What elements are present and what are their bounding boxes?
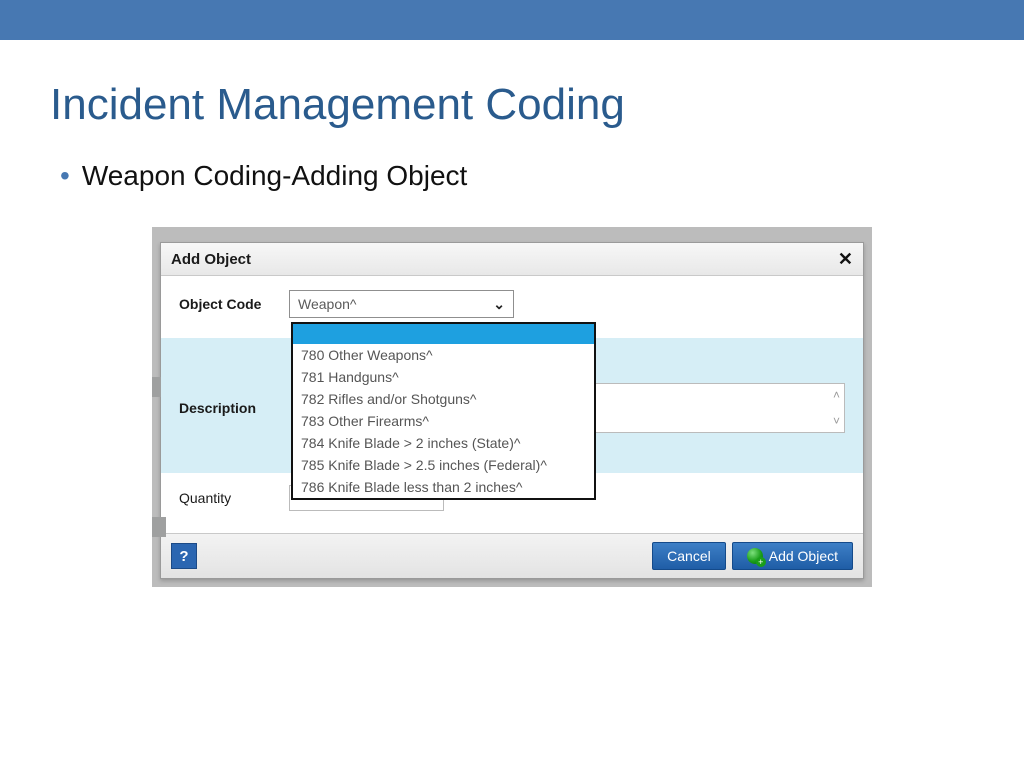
bullet-dot-icon: • xyxy=(60,162,70,190)
chevron-down-icon: ⌄ xyxy=(493,296,505,313)
dropdown-option[interactable]: 782 Rifles and/or Shotguns^ xyxy=(293,388,594,410)
dropdown-option[interactable]: 781 Handguns^ xyxy=(293,366,594,388)
slide-title: Incident Management Coding xyxy=(50,80,974,130)
object-code-select[interactable]: Weapon^ ⌄ xyxy=(289,290,514,318)
add-object-button[interactable]: Add Object xyxy=(732,542,853,570)
dialog-header: Add Object ✕ xyxy=(161,243,863,276)
object-code-value: Weapon^ xyxy=(298,296,356,312)
textarea-scroll-icons: ˄ ˅ xyxy=(833,388,840,428)
cancel-button[interactable]: Cancel xyxy=(652,542,726,570)
dropdown-option[interactable]: 784 Knife Blade > 2 inches (State)^ xyxy=(293,432,594,454)
add-object-button-label: Add Object xyxy=(769,548,838,564)
globe-add-icon xyxy=(747,548,763,564)
object-code-row: Object Code Weapon^ ⌄ xyxy=(179,290,845,318)
description-label: Description xyxy=(179,400,291,416)
dialog-body: Object Code Weapon^ ⌄ 780 Other Weapons^… xyxy=(161,276,863,533)
cancel-button-label: Cancel xyxy=(667,548,711,564)
close-icon[interactable]: ✕ xyxy=(838,250,853,268)
embedded-screenshot: Add Object ✕ Object Code Weapon^ ⌄ 780 O… xyxy=(152,227,872,587)
scroll-down-icon[interactable]: ˅ xyxy=(833,414,840,428)
object-code-dropdown[interactable]: 780 Other Weapons^ 781 Handguns^ 782 Rif… xyxy=(291,322,596,500)
dialog-title: Add Object xyxy=(171,251,251,268)
footer-button-group: Cancel Add Object xyxy=(652,542,853,570)
slide-body: Incident Management Coding • Weapon Codi… xyxy=(0,40,1024,587)
dialog-footer: ? Cancel Add Object xyxy=(161,533,863,578)
dropdown-option[interactable]: 783 Other Firearms^ xyxy=(293,410,594,432)
slide-bullet: • Weapon Coding-Adding Object xyxy=(60,160,974,192)
dropdown-option[interactable]: 780 Other Weapons^ xyxy=(293,344,594,366)
help-icon: ? xyxy=(179,548,188,565)
dropdown-option[interactable]: 785 Knife Blade > 2.5 inches (Federal)^ xyxy=(293,454,594,476)
help-button[interactable]: ? xyxy=(171,543,197,569)
add-object-dialog: Add Object ✕ Object Code Weapon^ ⌄ 780 O… xyxy=(160,242,864,579)
quantity-label: Quantity xyxy=(179,490,289,506)
presentation-top-bar xyxy=(0,0,1024,40)
object-code-label: Object Code xyxy=(179,296,289,312)
dropdown-option[interactable] xyxy=(293,324,594,344)
bullet-text: Weapon Coding-Adding Object xyxy=(82,160,468,192)
dropdown-option[interactable]: 786 Knife Blade less than 2 inches^ xyxy=(293,476,594,498)
scroll-up-icon[interactable]: ˄ xyxy=(833,388,840,402)
